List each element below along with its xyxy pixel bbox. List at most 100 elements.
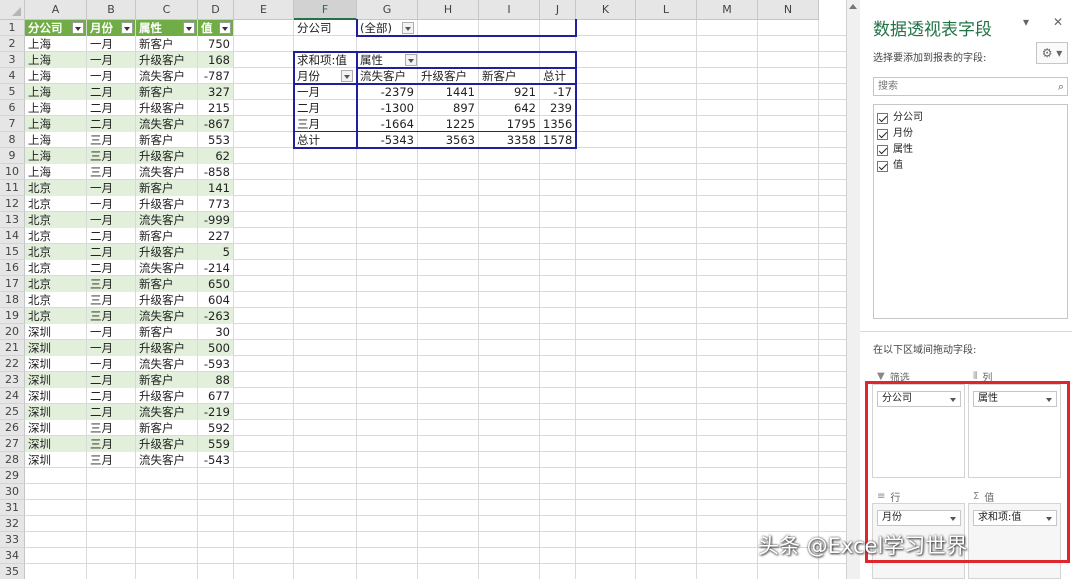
- table-cell[interactable]: 流失客户: [136, 452, 197, 468]
- table-cell[interactable]: 升级客户: [136, 292, 197, 308]
- table-cell[interactable]: 一月: [87, 340, 135, 356]
- table-cell[interactable]: 141: [198, 180, 233, 196]
- row-header[interactable]: 27: [0, 436, 25, 452]
- column-header-K[interactable]: K: [576, 0, 636, 20]
- row-header[interactable]: 22: [0, 356, 25, 372]
- row-header[interactable]: 10: [0, 164, 25, 180]
- table-cell[interactable]: 二月: [87, 84, 135, 100]
- table-cell[interactable]: 750: [198, 36, 233, 52]
- row-header[interactable]: 5: [0, 84, 25, 100]
- field-item-value[interactable]: 值: [877, 158, 903, 174]
- table-cell[interactable]: 北京: [25, 212, 86, 228]
- row-header[interactable]: 3: [0, 52, 25, 68]
- filter-area-box[interactable]: 分公司: [872, 384, 965, 478]
- checkbox-checked-icon[interactable]: [877, 112, 888, 124]
- row-header[interactable]: 31: [0, 500, 25, 516]
- row-header[interactable]: 12: [0, 196, 25, 212]
- values-field-chip[interactable]: 求和项:值: [973, 510, 1057, 526]
- table-cell[interactable]: 新客户: [136, 228, 197, 244]
- field-item-attribute[interactable]: 属性: [877, 142, 913, 158]
- table-cell[interactable]: 773: [198, 196, 233, 212]
- table-cell[interactable]: -999: [198, 212, 233, 228]
- table-cell[interactable]: 新客户: [136, 420, 197, 436]
- table-cell[interactable]: 上海: [25, 100, 86, 116]
- table-cell[interactable]: 二月: [87, 260, 135, 276]
- table-cell[interactable]: 北京: [25, 196, 86, 212]
- table-cell[interactable]: 新客户: [136, 180, 197, 196]
- chevron-down-icon[interactable]: ▾: [1023, 15, 1029, 29]
- row-header[interactable]: 1: [0, 20, 25, 36]
- row-header[interactable]: 26: [0, 420, 25, 436]
- filter-dropdown-icon[interactable]: [183, 22, 195, 34]
- table-header-cell[interactable]: 属性: [136, 20, 197, 36]
- table-cell[interactable]: -214: [198, 260, 233, 276]
- row-header[interactable]: 30: [0, 484, 25, 500]
- close-icon[interactable]: ✕: [1053, 15, 1063, 29]
- table-cell[interactable]: 559: [198, 436, 233, 452]
- column-header-C[interactable]: C: [136, 0, 198, 20]
- table-cell[interactable]: 上海: [25, 36, 86, 52]
- values-area-box[interactable]: 求和项:值: [968, 503, 1061, 579]
- table-cell[interactable]: 流失客户: [136, 404, 197, 420]
- table-cell[interactable]: 30: [198, 324, 233, 340]
- table-cell[interactable]: 553: [198, 132, 233, 148]
- table-cell[interactable]: -787: [198, 68, 233, 84]
- table-cell[interactable]: 上海: [25, 116, 86, 132]
- spreadsheet-grid[interactable]: A B C D E F G H I J K L M N 1 2 3 4 5 6 7 8 9 10 11 12 13 14 15 16 17 1…: [0, 0, 846, 579]
- table-cell[interactable]: 上海: [25, 164, 86, 180]
- row-header[interactable]: 24: [0, 388, 25, 404]
- table-cell[interactable]: 流失客户: [136, 356, 197, 372]
- vertical-scrollbar[interactable]: [846, 0, 860, 579]
- search-icon[interactable]: ⌕: [1058, 80, 1064, 94]
- columns-area-box[interactable]: 属性: [968, 384, 1061, 478]
- table-cell[interactable]: 升级客户: [136, 340, 197, 356]
- row-header[interactable]: 23: [0, 372, 25, 388]
- table-cell[interactable]: -867: [198, 116, 233, 132]
- filter-dropdown-icon[interactable]: [219, 22, 231, 34]
- table-cell[interactable]: 深圳: [25, 340, 86, 356]
- pane-divider[interactable]: [860, 331, 1072, 332]
- table-cell[interactable]: 三月: [87, 308, 135, 324]
- table-cell[interactable]: 215: [198, 100, 233, 116]
- row-header[interactable]: 2: [0, 36, 25, 52]
- table-cell[interactable]: 227: [198, 228, 233, 244]
- table-cell[interactable]: 592: [198, 420, 233, 436]
- table-cell[interactable]: 三月: [87, 420, 135, 436]
- table-cell[interactable]: 168: [198, 52, 233, 68]
- table-cell[interactable]: 新客户: [136, 84, 197, 100]
- table-cell[interactable]: -263: [198, 308, 233, 324]
- row-header[interactable]: 17: [0, 276, 25, 292]
- row-header[interactable]: 15: [0, 244, 25, 260]
- table-cell[interactable]: 三月: [87, 292, 135, 308]
- table-cell[interactable]: 二月: [87, 372, 135, 388]
- table-cell[interactable]: 二月: [87, 388, 135, 404]
- row-header[interactable]: 33: [0, 532, 25, 548]
- table-cell[interactable]: 一月: [87, 180, 135, 196]
- row-header[interactable]: 8: [0, 132, 25, 148]
- table-cell[interactable]: 一月: [87, 52, 135, 68]
- table-cell[interactable]: 北京: [25, 308, 86, 324]
- table-cell[interactable]: 一月: [87, 68, 135, 84]
- table-cell[interactable]: 升级客户: [136, 196, 197, 212]
- row-header[interactable]: 28: [0, 452, 25, 468]
- table-cell[interactable]: 新客户: [136, 276, 197, 292]
- checkbox-checked-icon[interactable]: [877, 144, 888, 156]
- table-cell[interactable]: 流失客户: [136, 308, 197, 324]
- table-cell[interactable]: 北京: [25, 292, 86, 308]
- table-header-cell[interactable]: 月份: [87, 20, 135, 36]
- table-cell[interactable]: 深圳: [25, 420, 86, 436]
- column-header-F[interactable]: F: [294, 0, 357, 20]
- row-header[interactable]: 34: [0, 548, 25, 564]
- table-cell[interactable]: 北京: [25, 180, 86, 196]
- table-cell[interactable]: 深圳: [25, 372, 86, 388]
- row-header[interactable]: 16: [0, 260, 25, 276]
- table-cell[interactable]: 深圳: [25, 404, 86, 420]
- field-item-branch[interactable]: 分公司: [877, 110, 923, 126]
- row-header[interactable]: 7: [0, 116, 25, 132]
- row-header[interactable]: 35: [0, 564, 25, 579]
- table-cell[interactable]: 一月: [87, 36, 135, 52]
- table-cell[interactable]: 一月: [87, 356, 135, 372]
- row-header[interactable]: 14: [0, 228, 25, 244]
- table-cell[interactable]: 三月: [87, 148, 135, 164]
- table-cell[interactable]: 流失客户: [136, 68, 197, 84]
